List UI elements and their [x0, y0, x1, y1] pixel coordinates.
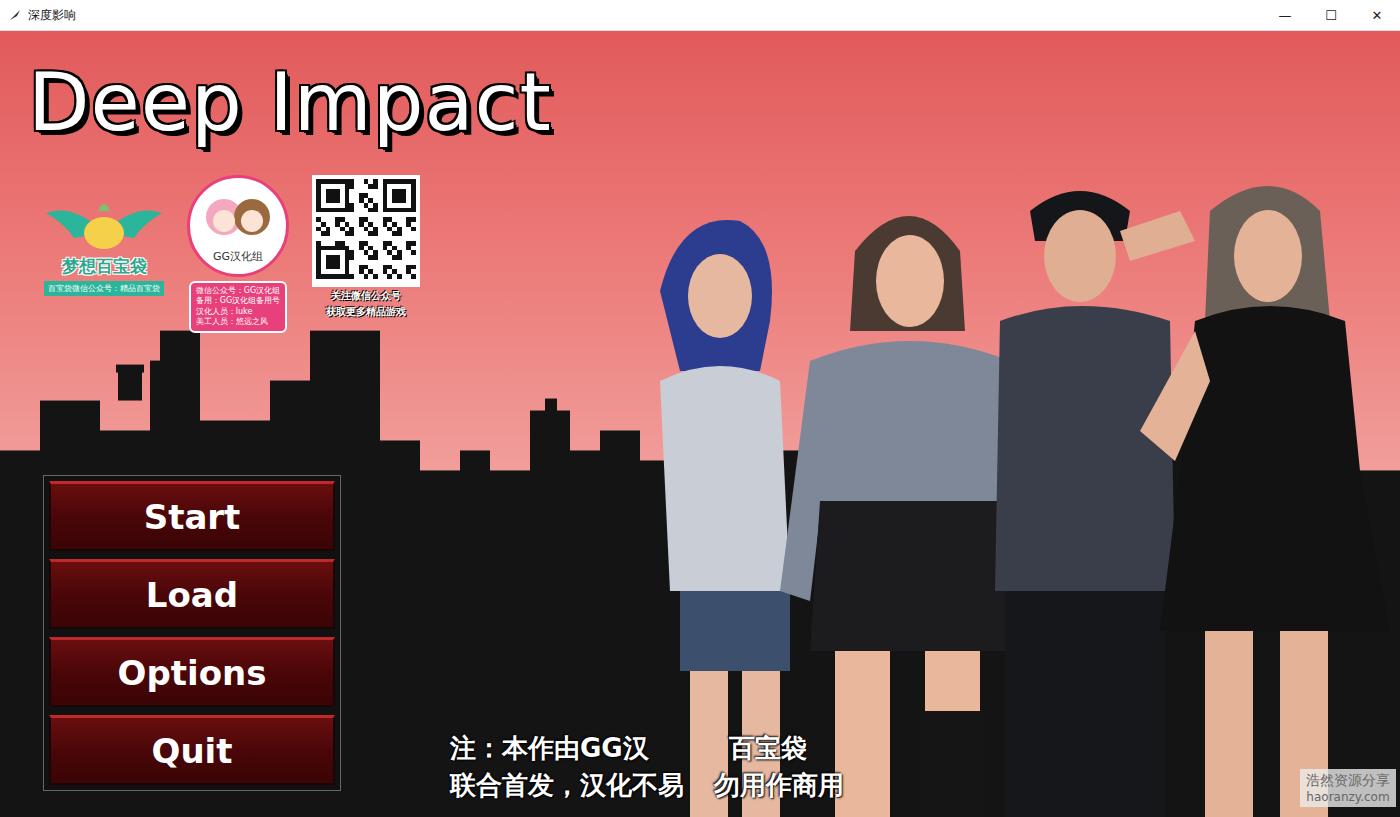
gg-info-line: 备用：GG汉化组备用号 [196, 296, 280, 306]
gg-name: GG汉化组 [213, 249, 263, 264]
note-text: 联合首发，汉化不易 [450, 768, 684, 803]
gg-info-line: 美工人员：悠远之风 [196, 317, 280, 327]
note-text: 勿用作商用 [714, 768, 844, 803]
game-window: 深度影响 —☐✕ Deep Impact 梦想百宝袋 百宝袋微信公众号：精品百宝… [0, 0, 1400, 817]
menu-button[interactable]: Quit [49, 715, 335, 785]
gg-info-line: 汉化人员：luke [196, 307, 280, 317]
baibaodai-logo: 梦想百宝袋 百宝袋微信公众号：精品百宝袋 [40, 193, 168, 296]
window-control-button[interactable]: ✕ [1354, 8, 1400, 23]
character-figure [995, 191, 1195, 817]
menu-button[interactable]: Start [49, 481, 335, 551]
watermark-name: 浩然资源分享 [1306, 772, 1390, 790]
note-line: 注：本作由GG汉 百宝袋 [450, 731, 807, 766]
feather-icon [8, 8, 22, 22]
title-screen: Deep Impact 梦想百宝袋 百宝袋微信公众号：精品百宝袋 GG汉化组 微… [0, 31, 1400, 817]
gg-logo: GG汉化组 微信公众号：GG汉化组备用：GG汉化组备用号汉化人员：luke美工人… [182, 175, 294, 333]
translation-note: 注：本作由GG汉百宝袋联合首发，汉化不易勿用作商用 [450, 731, 970, 803]
mascots-icon [198, 189, 278, 249]
note-line: 联合首发，汉化不易勿用作商用 [450, 768, 844, 803]
character-figure [660, 220, 790, 817]
qr-logo: 关注微信公众号获取更多精品游戏 [308, 175, 424, 319]
qr-code[interactable] [312, 175, 420, 287]
main-menu: Start Load Options Quit [43, 475, 341, 791]
character-figure [1140, 186, 1390, 817]
qr-icon [316, 179, 416, 279]
menu-button[interactable]: Options [49, 637, 335, 707]
wings-icon [44, 193, 164, 255]
window-control-button[interactable]: ☐ [1308, 8, 1354, 23]
title-bar: 深度影响 —☐✕ [0, 0, 1400, 31]
note-text: 注：本作由GG汉 [450, 731, 649, 766]
note-text: 百宝袋 [729, 731, 807, 766]
game-title: Deep Impact [28, 59, 1400, 147]
gg-info: 微信公众号：GG汉化组备用：GG汉化组备用号汉化人员：luke美工人员：悠远之风 [189, 281, 287, 333]
gg-info-line: 微信公众号：GG汉化组 [196, 286, 280, 296]
watermark-url: haoranzy.com [1306, 790, 1390, 804]
baibaodai-caption: 百宝袋微信公众号：精品百宝袋 [44, 281, 164, 296]
menu-button[interactable]: Load [49, 559, 335, 629]
watermark: 浩然资源分享 haoranzy.com [1300, 769, 1396, 807]
characters-artwork [620, 171, 1400, 817]
window-control-button[interactable]: — [1262, 8, 1308, 23]
qr-caption: 获取更多精品游戏 [326, 305, 406, 319]
gg-badge: GG汉化组 [187, 175, 289, 277]
credits-logos: 梦想百宝袋 百宝袋微信公众号：精品百宝袋 GG汉化组 微信公众号：GG汉化组备用… [28, 175, 1400, 333]
qr-caption: 关注微信公众号 [331, 289, 401, 303]
baibaodai-name: 梦想百宝袋 [62, 255, 147, 278]
window-title: 深度影响 [28, 7, 76, 24]
